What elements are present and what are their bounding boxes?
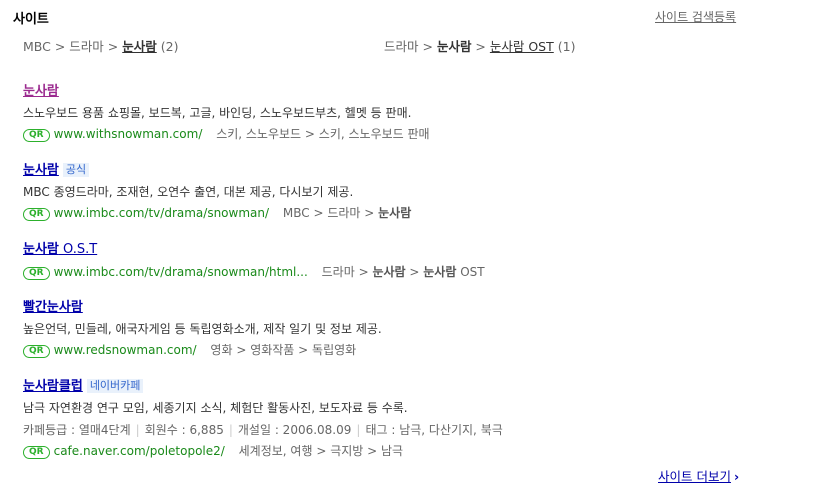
crumb-snowman[interactable]: 눈사람	[122, 39, 157, 54]
more-sites-link[interactable]: 사이트 더보기 ›	[658, 466, 739, 485]
result-item: 눈사람클럽 네이버카페 남극 자연환경 연구 모임, 세종기지 소식, 체험단 활…	[23, 375, 503, 459]
official-badge: 공식	[62, 163, 90, 177]
result-url[interactable]: www.redsnowman.com/	[54, 343, 197, 357]
qr-icon[interactable]: QR	[23, 129, 50, 142]
site-register-link[interactable]: 사이트 검색등록	[655, 8, 736, 25]
result-item: 빨간눈사람 높은언덕, 민들레, 애국자게임 등 독립영화소개, 제작 일기 및…	[23, 296, 382, 358]
crumb-count: (1)	[557, 39, 576, 54]
cafe-badge: 네이버카페	[86, 379, 144, 393]
result-item: 눈사람 공식 MBC 종영드라마, 조재현, 오연수 출연, 대본 제공, 다시보…	[23, 159, 411, 221]
result-url[interactable]: www.imbc.com/tv/drama/snowman/html...	[54, 265, 308, 279]
crumb-mbc[interactable]: MBC	[23, 39, 51, 54]
crumb-drama[interactable]: 드라마	[69, 39, 104, 54]
result-description: MBC 종영드라마, 조재현, 오연수 출연, 대본 제공, 다시보기 제공.	[23, 185, 354, 199]
qr-icon[interactable]: QR	[23, 345, 50, 358]
crumb-snowman-ost[interactable]: 눈사람 OST	[490, 39, 554, 54]
result-title-link[interactable]: 눈사람	[23, 159, 59, 178]
chevron-right-icon: ›	[733, 469, 740, 484]
result-category: 세계정보, 여행 > 극지방 > 남극	[238, 444, 404, 458]
result-url-line: QR www.withsnowman.com/ 스키, 스노우보드 > 스키, 스…	[23, 125, 430, 142]
result-url-line: QR www.imbc.com/tv/drama/snowman/ MBC > 드…	[23, 204, 411, 221]
result-item: 눈사람 O.S.T QR www.imbc.com/tv/drama/snowma…	[23, 238, 485, 280]
cafe-meta: 카페등급 : 열매4단계 | 회원수 : 6,885 | 개설일 : 2006.08.0…	[23, 423, 503, 437]
result-item: 눈사람 스노우보드 용품 쇼핑몰, 보드복, 고글, 바인딩, 스노우보드부츠,…	[23, 80, 430, 142]
result-category: 드라마 > 눈사람 > 눈사람 OST	[321, 265, 485, 279]
result-url[interactable]: cafe.naver.com/poletopole2/	[54, 444, 225, 458]
crumb-drama[interactable]: 드라마	[384, 39, 419, 54]
result-title-link[interactable]: 눈사람클럽	[23, 375, 83, 394]
result-description: 스노우보드 용품 쇼핑몰, 보드복, 고글, 바인딩, 스노우보드부츠, 헬멧 …	[23, 106, 412, 120]
result-title-link[interactable]: 눈사람	[23, 80, 59, 99]
section-title: 사이트	[13, 12, 49, 27]
result-url-line: QR www.imbc.com/tv/drama/snowman/html... …	[23, 263, 485, 280]
crumb-snowman[interactable]: 눈사람	[437, 39, 472, 54]
result-category: 영화 > 영화작품 > 독립영화	[210, 343, 357, 357]
result-category: MBC > 드라마 > 눈사람	[282, 206, 412, 220]
breadcrumb-right: 드라마 > 눈사람 > 눈사람 OST (1)	[384, 39, 576, 54]
result-category: 스키, 스노우보드 > 스키, 스노우보드 판매	[216, 127, 430, 141]
result-title-link[interactable]: 눈사람 O.S.T	[23, 238, 97, 257]
result-url[interactable]: www.imbc.com/tv/drama/snowman/	[54, 206, 269, 220]
crumb-count: (2)	[160, 39, 179, 54]
qr-icon[interactable]: QR	[23, 446, 50, 459]
result-url-line: QR cafe.naver.com/poletopole2/ 세계정보, 여행 >…	[23, 442, 503, 459]
result-url[interactable]: www.withsnowman.com/	[54, 127, 203, 141]
result-url-line: QR www.redsnowman.com/ 영화 > 영화작품 > 독립영화	[23, 341, 382, 358]
result-title-link[interactable]: 빨간눈사람	[23, 296, 83, 315]
qr-icon[interactable]: QR	[23, 208, 50, 221]
breadcrumb-left: MBC > 드라마 > 눈사람 (2)	[23, 39, 179, 54]
qr-icon[interactable]: QR	[23, 267, 50, 280]
result-description: 높은언덕, 민들레, 애국자게임 등 독립영화소개, 제작 일기 및 정보 제공…	[23, 322, 382, 336]
result-description: 남극 자연환경 연구 모임, 세종기지 소식, 체험단 활동사진, 보도자료 등…	[23, 401, 408, 415]
